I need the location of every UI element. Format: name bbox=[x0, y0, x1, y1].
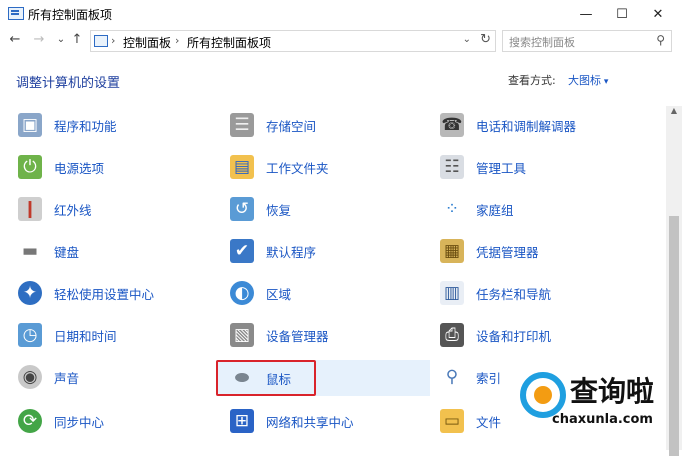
item-device-manager[interactable]: ▧ 设备管理器 bbox=[230, 320, 420, 350]
address-row: ← → ⌄ ↑ › 控制面板 › 所有控制面板项 ⌄ ↻ 搜索控制面板 ⚲ bbox=[0, 28, 682, 54]
window-title: 所有控制面板项 bbox=[28, 8, 113, 22]
watermark-url: chaxunla.com bbox=[552, 412, 653, 427]
item-keyboard[interactable]: ▬ 键盘 bbox=[18, 236, 208, 266]
maximize-button[interactable]: ☐ bbox=[604, 0, 640, 28]
work-folder-icon: ▤ bbox=[230, 155, 254, 179]
breadcrumb-control-panel[interactable]: 控制面板 bbox=[123, 34, 171, 51]
item-power[interactable]: ⏻ 电源选项 bbox=[18, 152, 208, 182]
indexing-icon: ⚲ bbox=[445, 367, 459, 387]
item-default-programs[interactable]: ✔ 默认程序 bbox=[230, 236, 420, 266]
address-dropdown-icon[interactable]: ⌄ bbox=[463, 34, 471, 45]
item-infrared[interactable]: ❙ 红外线 bbox=[18, 194, 208, 224]
default-programs-icon: ✔ bbox=[230, 239, 254, 263]
refresh-icon[interactable]: ↻ bbox=[480, 32, 491, 47]
item-sync-center[interactable]: ⟳ 同步中心 bbox=[18, 406, 208, 436]
homegroup-icon: ⁘ bbox=[444, 199, 460, 219]
admin-tools-icon: ☷ bbox=[440, 155, 464, 179]
item-recovery[interactable]: ↺ 恢复 bbox=[230, 194, 420, 224]
highlight-box bbox=[216, 360, 316, 396]
storage-icon: ☰ bbox=[230, 113, 254, 137]
item-programs[interactable]: ▣ 程序和功能 bbox=[18, 110, 208, 140]
address-bar[interactable]: › 控制面板 › 所有控制面板项 ⌄ ↻ bbox=[90, 30, 496, 52]
sound-icon: ◉ bbox=[18, 365, 42, 389]
printer-icon: ⎙ bbox=[440, 323, 464, 347]
breadcrumb-icon bbox=[94, 35, 108, 47]
keyboard-icon: ▬ bbox=[21, 241, 39, 261]
taskbar-icon: ▥ bbox=[440, 281, 464, 305]
search-placeholder: 搜索控制面板 bbox=[509, 36, 575, 49]
view-by-label: 查看方式: bbox=[508, 74, 556, 87]
item-ease-of-access[interactable]: ✦ 轻松使用设置中心 bbox=[18, 278, 208, 308]
item-homegroup[interactable]: ⁘ 家庭组 bbox=[440, 194, 660, 224]
item-storage[interactable]: ☰ 存储空间 bbox=[230, 110, 420, 140]
item-admin-tools[interactable]: ☷ 管理工具 bbox=[440, 152, 660, 182]
minimize-button[interactable]: — bbox=[568, 0, 604, 28]
item-phone-modem[interactable]: ☎ 电话和调制解调器 bbox=[440, 110, 660, 140]
power-icon: ⏻ bbox=[18, 155, 42, 179]
file-icon: ▭ bbox=[440, 409, 464, 433]
close-button[interactable]: ✕ bbox=[640, 0, 676, 28]
breadcrumb-separator[interactable]: › bbox=[175, 34, 179, 47]
watermark: 查询啦 chaxunla.com bbox=[520, 370, 670, 440]
programs-icon: ▣ bbox=[18, 113, 42, 137]
forward-icon[interactable]: → bbox=[32, 32, 46, 47]
region-icon: ◐ bbox=[230, 281, 254, 305]
network-icon: ⊞ bbox=[230, 409, 254, 433]
item-sound[interactable]: ◉ 声音 bbox=[18, 362, 208, 392]
phone-modem-icon: ☎ bbox=[440, 113, 464, 137]
recovery-icon: ↺ bbox=[230, 197, 254, 221]
breadcrumb-all-items[interactable]: 所有控制面板项 bbox=[187, 34, 271, 51]
back-icon[interactable]: ← bbox=[8, 32, 22, 47]
breadcrumb-separator[interactable]: › bbox=[111, 34, 115, 47]
item-region[interactable]: ◐ 区域 bbox=[230, 278, 420, 308]
sync-icon: ⟳ bbox=[18, 409, 42, 433]
item-work-folders[interactable]: ▤ 工作文件夹 bbox=[230, 152, 420, 182]
item-taskbar[interactable]: ▥ 任务栏和导航 bbox=[440, 278, 660, 308]
watermark-text: 查询啦 bbox=[570, 375, 655, 408]
title-bar: 所有控制面板项 — ☐ ✕ bbox=[0, 0, 682, 28]
item-date-time[interactable]: ◷ 日期和时间 bbox=[18, 320, 208, 350]
page-title: 调整计算机的设置 bbox=[16, 76, 121, 91]
item-credential-manager[interactable]: ▦ 凭据管理器 bbox=[440, 236, 660, 266]
view-by-dropdown[interactable]: 大图标 bbox=[568, 72, 608, 88]
item-devices-printers[interactable]: ⎙ 设备和打印机 bbox=[440, 320, 660, 350]
item-network-sharing[interactable]: ⊞ 网络和共享中心 bbox=[230, 406, 420, 436]
search-input[interactable]: 搜索控制面板 ⚲ bbox=[502, 30, 672, 52]
recent-locations-icon[interactable]: ⌄ bbox=[54, 34, 68, 45]
scrollbar-thumb[interactable] bbox=[669, 216, 679, 456]
ease-of-access-icon: ✦ bbox=[18, 281, 42, 305]
up-icon[interactable]: ↑ bbox=[70, 32, 84, 47]
device-manager-icon: ▧ bbox=[230, 323, 254, 347]
control-panel-icon bbox=[8, 7, 24, 20]
datetime-icon: ◷ bbox=[18, 323, 42, 347]
infrared-icon: ❙ bbox=[18, 197, 42, 221]
credential-icon: ▦ bbox=[440, 239, 464, 263]
search-icon[interactable]: ⚲ bbox=[656, 33, 665, 47]
scroll-up-icon[interactable]: ▲ bbox=[666, 106, 682, 120]
